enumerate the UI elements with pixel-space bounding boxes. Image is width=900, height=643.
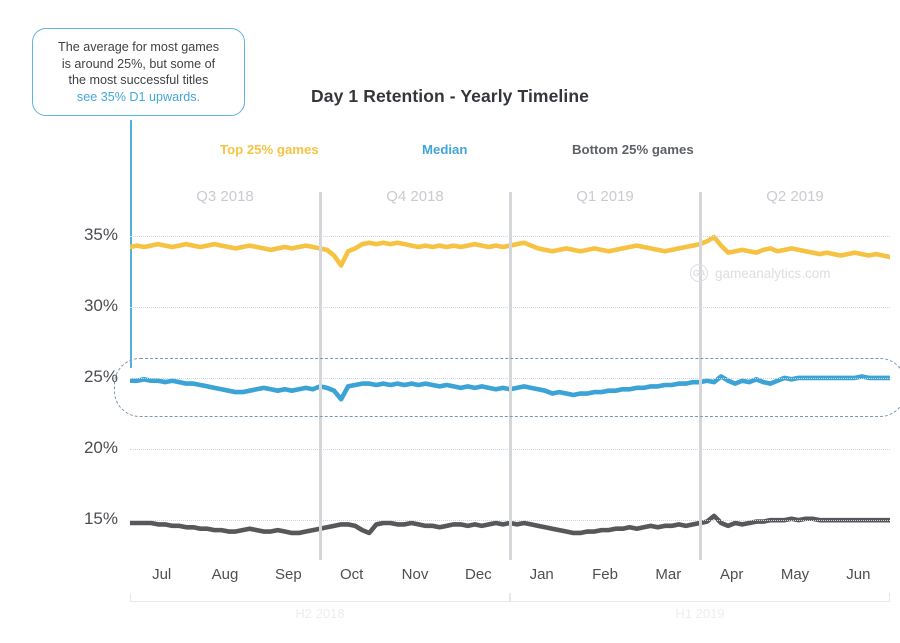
half-year-bracket	[130, 593, 510, 602]
chart-legend: Top 25% games Median Bottom 25% games	[132, 142, 832, 162]
legend-item-bottom-25: Bottom 25% games	[572, 142, 694, 157]
y-axis-tick-label: 35%	[48, 225, 118, 245]
watermark: GA gameanalytics.com	[690, 264, 831, 282]
month-label: Jul	[139, 566, 185, 583]
legend-item-median: Median	[422, 142, 467, 157]
gameanalytics-logo-icon: GA	[690, 264, 708, 282]
quarter-label: Q1 2019	[545, 188, 665, 205]
month-label: May	[772, 566, 818, 583]
median-highlight-box	[114, 358, 900, 417]
page-title: Day 1 Retention - Yearly Timeline	[0, 86, 900, 107]
month-label: Aug	[202, 566, 248, 583]
watermark-text: gameanalytics.com	[715, 266, 831, 281]
month-label: Feb	[582, 566, 628, 583]
y-axis-tick-label: 20%	[48, 438, 118, 458]
half-year-label: H1 2019	[510, 606, 890, 621]
month-label: Sep	[265, 566, 311, 583]
half-year-bracket	[510, 593, 890, 602]
legend-item-top-25: Top 25% games	[220, 142, 319, 157]
quarter-label: Q4 2018	[355, 188, 475, 205]
month-label: Oct	[329, 566, 375, 583]
month-label: Dec	[455, 566, 501, 583]
y-axis-tick-label: 30%	[48, 296, 118, 316]
y-axis-tick-label: 25%	[48, 367, 118, 387]
month-label: Jun	[835, 566, 881, 583]
quarter-label: Q3 2018	[165, 188, 285, 205]
callout-line-2: is around 25%, but some of	[42, 56, 235, 73]
half-year-label: H2 2018	[130, 606, 510, 621]
callout-line-1: The average for most games	[42, 39, 235, 56]
month-label: Mar	[645, 566, 691, 583]
month-label: Nov	[392, 566, 438, 583]
month-label: Apr	[709, 566, 755, 583]
chart-screenshot: The average for most games is around 25%…	[0, 0, 900, 643]
month-label: Jan	[519, 566, 565, 583]
quarter-label: Q2 2019	[735, 188, 855, 205]
y-axis-tick-label: 15%	[48, 509, 118, 529]
